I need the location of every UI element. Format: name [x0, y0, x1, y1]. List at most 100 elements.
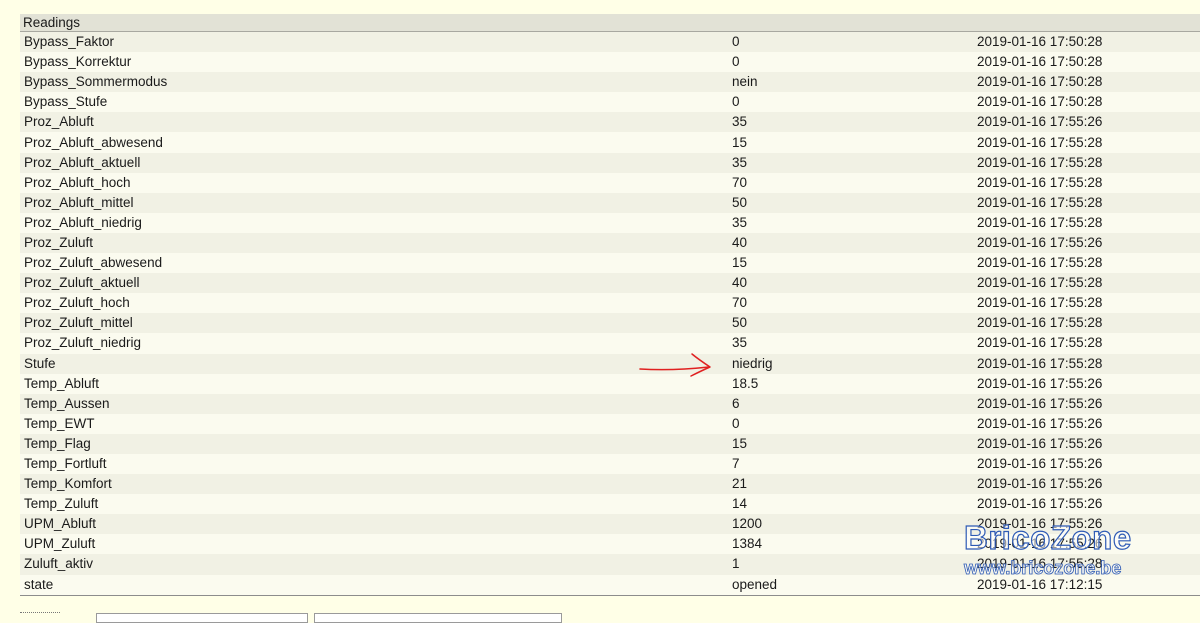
reading-row: Proz_Zuluft_hoch 70 2019-01-16 17:55:28 [20, 293, 1200, 314]
reading-value: 0 [728, 92, 973, 113]
reading-value: 35 [728, 112, 973, 133]
reading-row: Bypass_Korrektur 0 2019-01-16 17:50:28 [20, 52, 1200, 73]
reading-row: Proz_Abluft_aktuell 35 2019-01-16 17:55:28 [20, 152, 1200, 173]
readings-table: Bypass_Faktor 0 2019-01-16 17:50:28 Bypass_… [20, 32, 1200, 595]
reading-row: Bypass_Faktor 0 2019-01-16 17:50:28 [20, 32, 1200, 53]
reading-timestamp: 2019-01-16 17:55:26 [973, 413, 1200, 434]
reading-value: 70 [728, 172, 973, 193]
reading-timestamp: 2019-01-16 17:55:28 [973, 172, 1200, 193]
reading-timestamp: 2019-01-16 17:55:28 [973, 293, 1200, 314]
reading-name: state [20, 574, 728, 595]
reading-value: 6 [728, 393, 973, 414]
footer-input-right[interactable] [314, 613, 562, 623]
reading-row: Temp_Komfort 21 2019-01-16 17:55:26 [20, 474, 1200, 495]
reading-row: Proz_Zuluft_mittel 50 2019-01-16 17:55:28 [20, 313, 1200, 334]
reading-timestamp: 2019-01-16 17:55:26 [973, 393, 1200, 414]
reading-timestamp: 2019-01-16 17:50:28 [973, 32, 1200, 53]
reading-row: Temp_EWT 0 2019-01-16 17:55:26 [20, 413, 1200, 434]
reading-value: 35 [728, 152, 973, 173]
reading-timestamp: 2019-01-16 17:55:26 [973, 433, 1200, 454]
reading-value: 21 [728, 474, 973, 495]
reading-timestamp: 2019-01-16 17:55:26 [973, 373, 1200, 394]
reading-row: Proz_Abluft_hoch 70 2019-01-16 17:55:28 [20, 172, 1200, 193]
reading-timestamp: 2019-01-16 17:55:28 [973, 333, 1200, 354]
reading-timestamp: 2019-01-16 17:55:28 [973, 253, 1200, 274]
reading-value: 15 [728, 433, 973, 454]
reading-timestamp: 2019-01-16 17:55:26 [973, 232, 1200, 254]
reading-timestamp: 2019-01-16 17:55:26 [973, 514, 1200, 535]
reading-value: opened [728, 574, 973, 595]
reading-name: Bypass_Sommermodus [20, 72, 728, 93]
reading-name: Temp_EWT [20, 413, 728, 434]
reading-name: Stufe [20, 353, 728, 374]
reading-name: UPM_Abluft [20, 514, 728, 535]
reading-value: 1200 [728, 514, 973, 535]
readings-section-header: Readings [20, 14, 1200, 32]
readings-table-body: Bypass_Faktor 0 2019-01-16 17:50:28 Bypass_… [20, 32, 1200, 595]
reading-row: Proz_Abluft_niedrig 35 2019-01-16 17:55:28 [20, 212, 1200, 233]
footer-input-left[interactable] [96, 613, 308, 623]
reading-timestamp: 2019-01-16 17:55:26 [973, 534, 1200, 555]
reading-name: Bypass_Korrektur [20, 52, 728, 73]
reading-name: Temp_Fortluft [20, 453, 728, 475]
reading-value: 0 [728, 413, 973, 434]
reading-timestamp: 2019-01-16 17:55:26 [973, 112, 1200, 133]
reading-timestamp: 2019-01-16 17:55:28 [973, 313, 1200, 334]
reading-value: 1384 [728, 534, 973, 555]
reading-value: nein [728, 72, 973, 93]
reading-timestamp: 2019-01-16 17:55:28 [973, 273, 1200, 294]
reading-timestamp: 2019-01-16 17:12:15 [973, 574, 1200, 595]
reading-timestamp: 2019-01-16 17:55:26 [973, 453, 1200, 475]
reading-name: UPM_Zuluft [20, 534, 728, 555]
reading-name: Proz_Zuluft [20, 232, 728, 254]
reading-name: Temp_Komfort [20, 474, 728, 495]
reading-timestamp: 2019-01-16 17:50:28 [973, 92, 1200, 113]
reading-value: 0 [728, 32, 973, 53]
reading-row: Temp_Flag 15 2019-01-16 17:55:26 [20, 433, 1200, 454]
reading-name: Proz_Abluft_abwesend [20, 132, 728, 153]
reading-value: 70 [728, 293, 973, 314]
reading-timestamp: 2019-01-16 17:55:28 [973, 212, 1200, 233]
reading-timestamp: 2019-01-16 17:55:28 [973, 132, 1200, 153]
reading-name: Proz_Abluft_hoch [20, 172, 728, 193]
reading-row: Temp_Zuluft 14 2019-01-16 17:55:26 [20, 494, 1200, 515]
reading-name: Bypass_Stufe [20, 92, 728, 113]
reading-value: 15 [728, 132, 973, 153]
reading-value: 40 [728, 273, 973, 294]
reading-row: Proz_Zuluft_niedrig 35 2019-01-16 17:55:28 [20, 333, 1200, 354]
reading-name: Proz_Zuluft_niedrig [20, 333, 728, 354]
reading-row: Temp_Abluft 18.5 2019-01-16 17:55:26 [20, 373, 1200, 394]
reading-row: Stufe niedrig 2019-01-16 17:55:28 [20, 353, 1200, 374]
reading-name: Proz_Zuluft_abwesend [20, 253, 728, 274]
reading-row: Temp_Fortluft 7 2019-01-16 17:55:26 [20, 453, 1200, 475]
reading-value: 50 [728, 313, 973, 334]
reading-value: 35 [728, 212, 973, 233]
reading-value: 40 [728, 232, 973, 254]
reading-name: Proz_Zuluft_hoch [20, 293, 728, 314]
reading-name: Temp_Aussen [20, 393, 728, 414]
reading-name: Proz_Abluft_aktuell [20, 152, 728, 173]
reading-row: Zuluft_aktiv 1 2019-01-16 17:55:28 [20, 554, 1200, 575]
reading-timestamp: 2019-01-16 17:50:28 [973, 72, 1200, 93]
reading-name: Temp_Flag [20, 433, 728, 454]
reading-name: Bypass_Faktor [20, 32, 728, 53]
hand-drawn-red-arrow-icon [639, 353, 711, 377]
reading-value: 35 [728, 333, 973, 354]
reading-row: Proz_Zuluft 40 2019-01-16 17:55:26 [20, 232, 1200, 254]
reading-timestamp: 2019-01-16 17:55:28 [973, 554, 1200, 575]
reading-name: Proz_Abluft_mittel [20, 192, 728, 213]
reading-row: UPM_Abluft 1200 2019-01-16 17:55:26 [20, 514, 1200, 535]
reading-row: Temp_Aussen 6 2019-01-16 17:55:26 [20, 393, 1200, 414]
reading-name: Zuluft_aktiv [20, 554, 728, 575]
reading-value: 14 [728, 494, 973, 515]
reading-row: UPM_Zuluft 1384 2019-01-16 17:55:26 [20, 534, 1200, 555]
reading-row: Bypass_Stufe 0 2019-01-16 17:50:28 [20, 92, 1200, 113]
readings-panel: Readings Bypass_Faktor 0 2019-01-16 17:50:… [20, 14, 1200, 596]
reading-value: 15 [728, 253, 973, 274]
reading-value: 7 [728, 453, 973, 475]
reading-row: state opened 2019-01-16 17:12:15 [20, 574, 1200, 595]
reading-value: 18.5 [728, 373, 973, 394]
reading-row: Proz_Zuluft_aktuell 40 2019-01-16 17:55:28 [20, 273, 1200, 294]
table-bottom-border [20, 594, 1200, 596]
reading-name: Proz_Zuluft_mittel [20, 313, 728, 334]
